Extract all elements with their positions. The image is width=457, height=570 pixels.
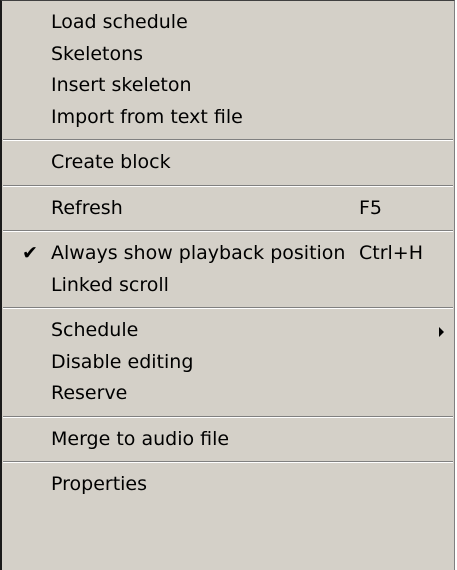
checkmark-icon: ✔: [22, 242, 38, 264]
context-menu: Load schedule Skeletons Insert skeleton …: [0, 0, 455, 570]
menu-item-shortcut: Ctrl+H: [359, 242, 424, 264]
menu-item-shortcut: F5: [359, 196, 383, 219]
menu-item-label: Linked scroll: [51, 273, 169, 296]
menu-separator: [3, 461, 453, 463]
menu-separator: [3, 139, 453, 141]
menu-item-label: Create block: [51, 151, 171, 173]
menu-item-import-from-text-file[interactable]: Import from text file: [2, 102, 454, 134]
menu-group-playback: ✔ Always show playback position Ctrl+H L…: [2, 238, 454, 301]
menu-item-disable-editing[interactable]: Disable editing: [2, 347, 454, 379]
menu-item-skeletons[interactable]: Skeletons: [2, 39, 454, 71]
menu-item-merge-to-audio-file[interactable]: Merge to audio file: [2, 424, 454, 456]
menu-item-label: Refresh: [51, 196, 123, 219]
menu-item-insert-skeleton[interactable]: Insert skeleton: [2, 70, 454, 102]
menu-item-label: Load schedule: [51, 11, 188, 33]
menu-item-properties[interactable]: Properties: [2, 469, 454, 501]
menu-item-label: Schedule: [51, 319, 139, 341]
menu-group-file: Load schedule Skeletons Insert skeleton …: [2, 1, 454, 133]
menu-separator: [3, 230, 453, 232]
menu-item-always-show-playback-position[interactable]: ✔ Always show playback position Ctrl+H: [2, 238, 454, 270]
menu-group-merge: Merge to audio file: [2, 424, 454, 456]
menu-item-label: Properties: [51, 473, 148, 495]
menu-group-properties: Properties: [2, 469, 454, 501]
menu-separator: [3, 415, 453, 418]
submenu-arrow-icon: [439, 327, 444, 337]
menu-separator: [3, 184, 453, 187]
menu-item-schedule[interactable]: Schedule: [2, 315, 454, 347]
menu-item-create-block[interactable]: Create block: [2, 147, 454, 179]
menu-group-refresh: Refresh F5: [2, 193, 454, 225]
menu-item-label: Import from text file: [51, 105, 243, 128]
menu-item-label: Merge to audio file: [51, 427, 230, 450]
menu-item-label: Insert skeleton: [51, 74, 192, 96]
menu-item-label: Skeletons: [51, 42, 144, 65]
menu-group-schedule: Schedule Disable editing Reserve: [2, 315, 454, 410]
menu-item-label: Always show playback position: [51, 242, 346, 264]
menu-group-block: Create block: [2, 147, 454, 179]
menu-item-refresh[interactable]: Refresh F5: [2, 193, 454, 225]
menu-item-label: Reserve: [51, 382, 128, 404]
menu-item-load-schedule[interactable]: Load schedule: [2, 7, 454, 39]
menu-separator: [3, 307, 453, 309]
menu-item-label: Disable editing: [51, 350, 194, 373]
menu-item-reserve[interactable]: Reserve: [2, 378, 454, 410]
menu-item-linked-scroll[interactable]: Linked scroll: [2, 270, 454, 302]
